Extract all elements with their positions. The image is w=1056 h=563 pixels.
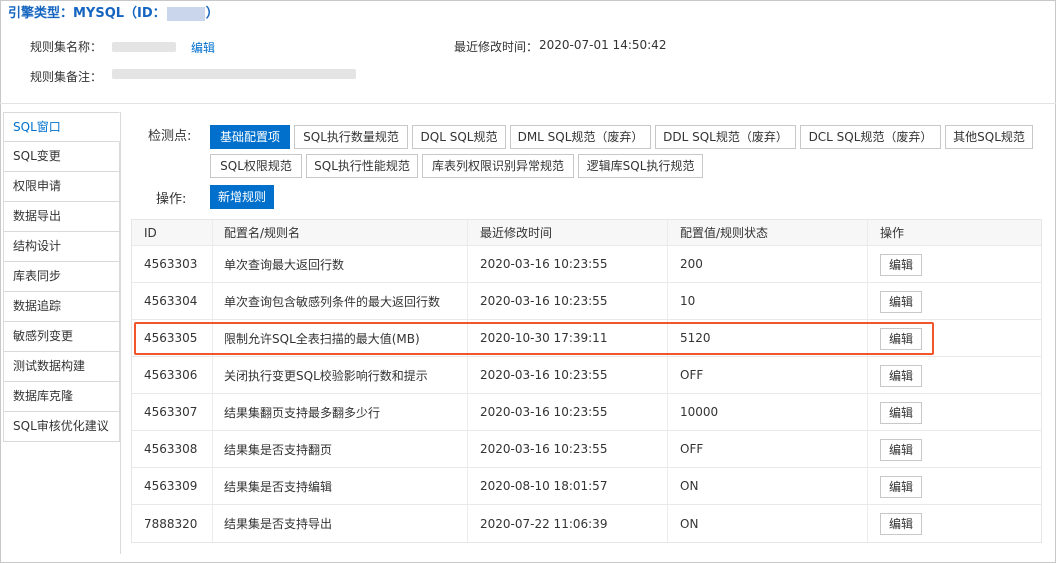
row-value: ON — [680, 516, 699, 531]
edit-button[interactable]: 编辑 — [880, 365, 922, 387]
sidebar-item-permission-request[interactable]: 权限申请 — [3, 172, 120, 202]
row-value: 200 — [680, 257, 703, 271]
row-value: 5120 — [680, 331, 711, 345]
sidebar-item-test-data-build[interactable]: 测试数据构建 — [3, 352, 120, 382]
column-header-name: 配置名/规则名 — [224, 226, 301, 240]
ruleset-name-label: 规则集名称： — [30, 40, 103, 54]
sidebar-item-data-tracking[interactable]: 数据追踪 — [3, 292, 120, 322]
sidebar-item-sensitive-column-change[interactable]: 敏感列变更 — [3, 322, 120, 352]
sidebar-item-data-export[interactable]: 数据导出 — [3, 202, 120, 232]
row-modified-time: 2020-03-16 10:23:55 — [480, 257, 608, 271]
row-id: 4563305 — [144, 331, 198, 345]
row-value: OFF — [680, 368, 704, 382]
ruleset-remark-label: 规则集备注： — [30, 70, 103, 84]
masked-ruleset-remark — [112, 69, 356, 79]
column-header-modified-time: 最近修改时间 — [480, 226, 553, 240]
row-id: 4563308 — [144, 442, 198, 456]
masked-ruleset-name — [112, 42, 176, 52]
header-divider — [0, 103, 1056, 104]
rules-table: ID 配置名/规则名 最近修改时间 配置值/规则状态 操作 4563303 单次… — [131, 219, 1042, 543]
edit-button[interactable]: 编辑 — [880, 402, 922, 424]
row-name: 关闭执行变更SQL校验影响行数和提示 — [224, 368, 428, 383]
row-id: 4563309 — [144, 479, 198, 493]
row-modified-time: 2020-08-10 18:01:57 — [480, 479, 608, 493]
table-row: 7888320 结果集是否支持导出 2020-07-22 11:06:39 ON… — [132, 505, 1041, 542]
sidebar-divider — [120, 112, 121, 554]
column-header-value: 配置值/规则状态 — [680, 226, 769, 240]
tag-ddl-sql[interactable]: DDL SQL规范（废弃） — [655, 125, 796, 149]
row-modified-time: 2020-03-16 10:23:55 — [480, 405, 608, 419]
row-name: 单次查询包含敏感列条件的最大返回行数 — [224, 294, 441, 309]
table-row: 4563307 结果集翻页支持最多翻多少行 2020-03-16 10:23:5… — [132, 394, 1041, 431]
modified-time-label: 最近修改时间： — [454, 40, 539, 54]
row-name: 单次查询最大返回行数 — [224, 257, 345, 272]
sidebar-item-table-sync[interactable]: 库表同步 — [3, 262, 120, 292]
tag-dql-sql[interactable]: DQL SQL规范 — [412, 125, 506, 149]
row-modified-time: 2020-07-22 11:06:39 — [480, 516, 608, 531]
edit-button[interactable]: 编辑 — [880, 254, 922, 276]
table-row: 4563304 单次查询包含敏感列条件的最大返回行数 2020-03-16 10… — [132, 283, 1041, 320]
row-name: 结果集是否支持导出 — [224, 517, 333, 531]
row-value: 10000 — [680, 405, 719, 419]
tag-sql-permission[interactable]: SQL权限规范 — [210, 154, 302, 178]
row-name: 限制允许SQL全表扫描的最大值(MB) — [224, 331, 420, 346]
table-row: 4563308 结果集是否支持翻页 2020-03-16 10:23:55 OF… — [132, 431, 1041, 468]
row-name: 结果集是否支持编辑 — [224, 479, 333, 494]
row-modified-time: 2020-03-16 10:23:55 — [480, 368, 608, 382]
add-rule-button[interactable]: 新增规则 — [210, 185, 274, 209]
row-id: 4563306 — [144, 368, 198, 382]
edit-button[interactable]: 编辑 — [880, 328, 922, 350]
row-id: 7888320 — [144, 516, 198, 531]
tag-dcl-sql[interactable]: DCL SQL规范（废弃） — [800, 125, 941, 149]
table-row-highlighted: 4563305 限制允许SQL全表扫描的最大值(MB) 2020-10-30 1… — [132, 320, 1041, 357]
sidebar: SQL窗口 SQL变更 权限申请 数据导出 结构设计 库表同步 数据追踪 敏感列… — [3, 112, 120, 442]
table-row: 4563306 关闭执行变更SQL校验影响行数和提示 2020-03-16 10… — [132, 357, 1041, 394]
tag-dml-sql[interactable]: DML SQL规范（废弃） — [510, 125, 651, 149]
table-row: 4563309 结果集是否支持编辑 2020-08-10 18:01:57 ON… — [132, 468, 1041, 505]
tag-other-sql[interactable]: 其他SQL规范 — [945, 125, 1033, 149]
tag-table-column-permission[interactable]: 库表列权限识别异常规范 — [422, 154, 574, 178]
sidebar-item-sql-window[interactable]: SQL窗口 — [3, 112, 120, 142]
edit-button[interactable]: 编辑 — [880, 291, 922, 313]
row-modified-time: 2020-03-16 10:23:55 — [480, 294, 608, 308]
table-header-row: ID 配置名/规则名 最近修改时间 配置值/规则状态 操作 — [132, 220, 1041, 246]
edit-button[interactable]: 编辑 — [880, 439, 922, 461]
modified-time-value: 2020-07-01 14:50:42 — [539, 38, 667, 52]
sidebar-item-schema-design[interactable]: 结构设计 — [3, 232, 120, 262]
row-modified-time: 2020-10-30 17:39:11 — [480, 331, 608, 345]
edit-button[interactable]: 编辑 — [880, 513, 922, 535]
title-suffix: ） — [205, 6, 219, 21]
row-value: 10 — [680, 294, 696, 308]
masked-id — [166, 6, 205, 21]
row-modified-time: 2020-03-16 10:23:55 — [480, 442, 608, 456]
row-name: 结果集是否支持翻页 — [224, 442, 333, 457]
engine-type-text: 引擎类型：MYSQL（ID： — [8, 6, 166, 21]
checkpoint-label: 检测点: — [148, 129, 192, 144]
sidebar-item-sql-review[interactable]: SQL审核优化建议 — [3, 412, 120, 442]
row-name: 结果集翻页支持最多翻多少行 — [224, 405, 381, 420]
row-id: 4563303 — [144, 257, 198, 271]
tag-basic-config[interactable]: 基础配置项 — [210, 125, 290, 149]
column-header-action: 操作 — [880, 226, 905, 240]
operation-label: 操作: — [156, 192, 187, 207]
tag-logical-db-sql[interactable]: 逻辑库SQL执行规范 — [578, 154, 703, 178]
page-title: 引擎类型：MYSQL（ID： ） — [8, 2, 219, 21]
table-row: 4563303 单次查询最大返回行数 2020-03-16 10:23:55 2… — [132, 246, 1041, 283]
row-id: 4563304 — [144, 294, 198, 308]
column-header-id: ID — [144, 225, 157, 240]
row-value: OFF — [680, 442, 704, 456]
row-id: 4563307 — [144, 405, 198, 419]
tag-sql-exec-count[interactable]: SQL执行数量规范 — [294, 125, 408, 149]
tag-sql-performance[interactable]: SQL执行性能规范 — [306, 154, 418, 178]
edit-ruleset-link[interactable]: 编辑 — [191, 39, 215, 56]
sidebar-item-sql-change[interactable]: SQL变更 — [3, 142, 120, 172]
row-value: ON — [680, 479, 699, 493]
sidebar-item-database-clone[interactable]: 数据库克隆 — [3, 382, 120, 412]
edit-button[interactable]: 编辑 — [880, 476, 922, 498]
